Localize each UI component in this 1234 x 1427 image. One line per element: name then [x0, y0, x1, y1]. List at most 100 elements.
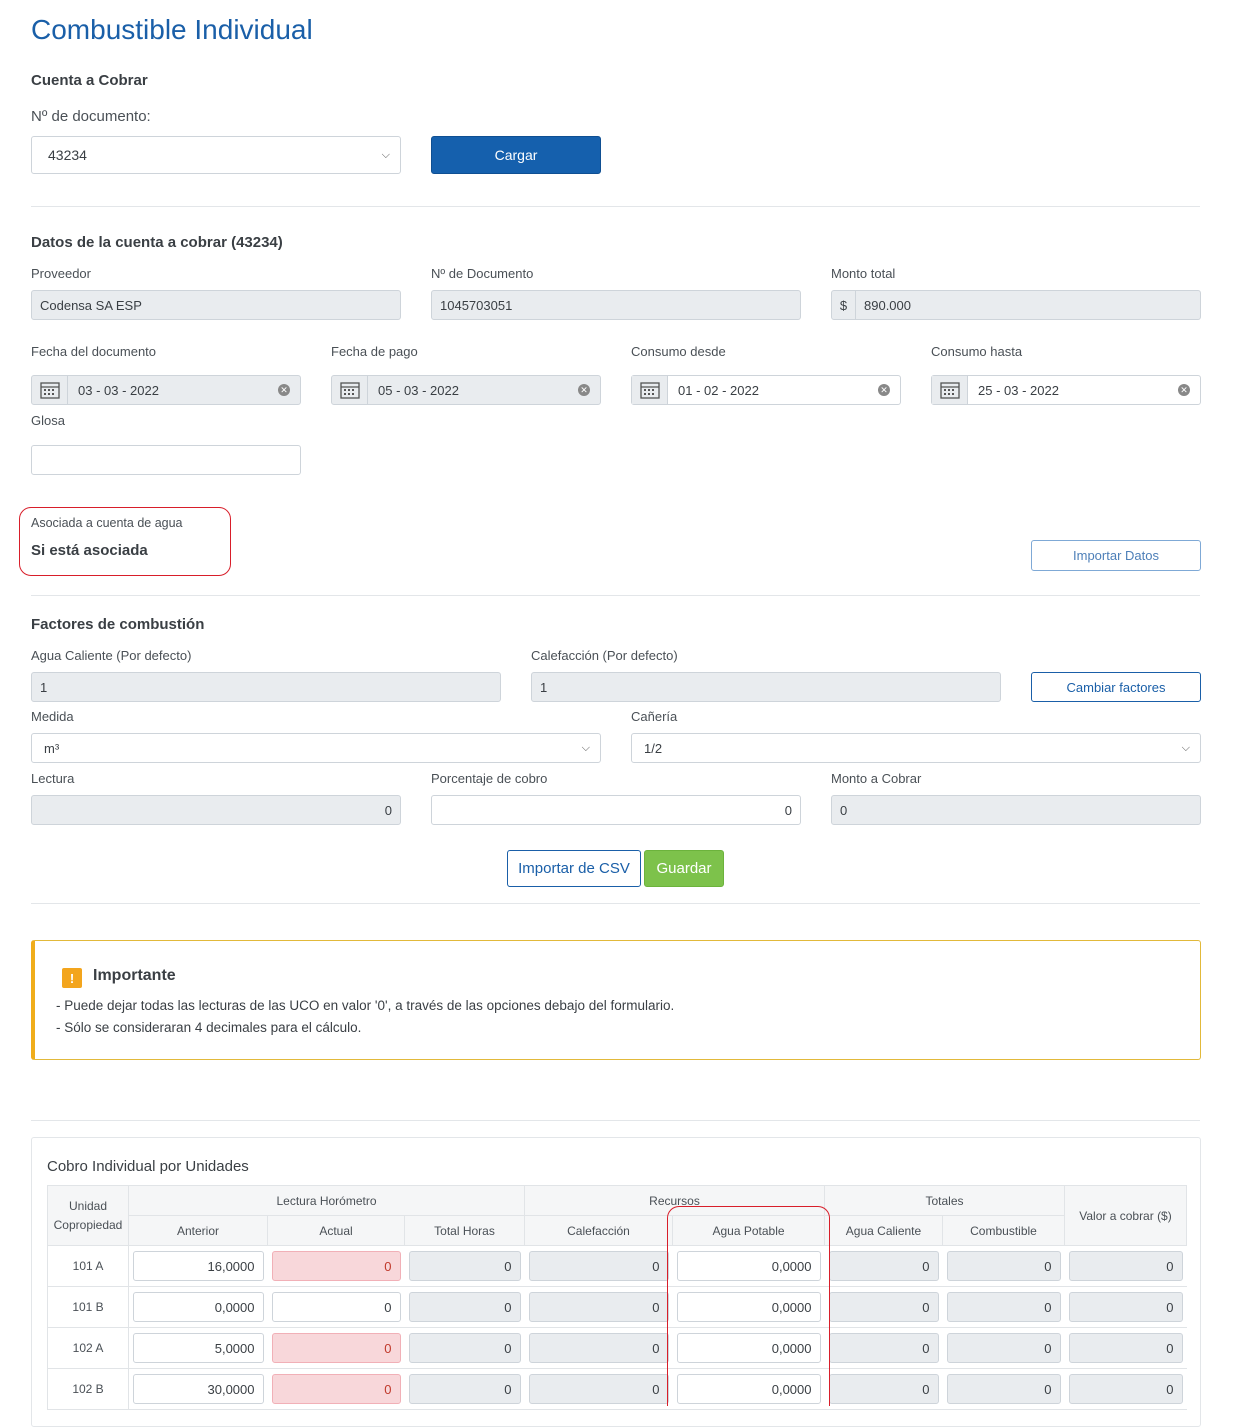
clear-icon[interactable]: ✕	[878, 384, 890, 396]
combustible-cell: 0	[946, 1333, 1061, 1363]
load-button[interactable]: Cargar	[431, 136, 601, 174]
monto-cobrar-field: 0	[831, 795, 1201, 825]
import-data-button[interactable]: Importar Datos	[1031, 540, 1201, 571]
fecha-doc-value: 03 - 03 - 2022	[78, 382, 159, 398]
chevron-down-icon: ⌵	[581, 741, 590, 754]
anterior-cell[interactable]: 5,0000	[133, 1333, 264, 1363]
unit-name: 101 B	[47, 1286, 129, 1328]
combustible-cell: 0	[946, 1374, 1061, 1404]
consumo-desde-label: Consumo desde	[631, 344, 726, 359]
datos-section-title: Datos de la cuenta a cobrar (43234)	[31, 234, 283, 251]
porcentaje-input[interactable]: 0	[431, 795, 801, 825]
save-button[interactable]: Guardar	[644, 850, 724, 887]
asociada-value: Si está asociada	[31, 542, 148, 559]
unit-name: 101 A	[47, 1245, 129, 1287]
glosa-input[interactable]	[31, 445, 301, 475]
medida-label: Medida	[31, 709, 74, 724]
fecha-pago-field[interactable]: 05 - 03 - 2022 ✕	[331, 375, 601, 405]
chevron-down-icon: ⌵	[381, 148, 390, 161]
ndoc-field: 1045703051	[431, 290, 801, 320]
actual-cell[interactable]: 0	[271, 1251, 401, 1281]
lectura-value: 0	[384, 802, 392, 818]
agua-caliente-field: 1	[31, 672, 501, 702]
agua-caliente-cell: 0	[828, 1251, 939, 1281]
fecha-pago-label: Fecha de pago	[331, 344, 418, 359]
header-totales: Totales	[824, 1185, 1065, 1216]
asociada-label: Asociada a cuenta de agua	[31, 516, 183, 530]
proveedor-label: Proveedor	[31, 266, 91, 281]
factores-section-title: Factores de combustión	[31, 616, 205, 633]
calefaccion-label: Calefacción (Por defecto)	[531, 648, 678, 663]
doc-number-select[interactable]: 43234 ⌵	[31, 136, 401, 174]
anterior-cell[interactable]: 0,0000	[133, 1292, 264, 1322]
change-factors-button[interactable]: Cambiar factores	[1031, 672, 1201, 702]
combustible-cell: 0	[946, 1251, 1061, 1281]
caneria-select[interactable]: 1/2 ⌵	[631, 733, 1201, 763]
ndoc-value: 1045703051	[440, 297, 513, 313]
clear-icon[interactable]: ✕	[578, 384, 590, 396]
total-horas-cell: 0	[408, 1333, 521, 1363]
table-row: 102 A 5,0000 0 0 0 0,0000 0 0 0	[47, 1327, 1187, 1369]
calendar-icon[interactable]	[932, 376, 968, 404]
import-csv-button[interactable]: Importar de CSV	[507, 850, 641, 887]
agua-caliente-cell: 0	[828, 1333, 939, 1363]
clear-icon[interactable]: ✕	[1178, 384, 1190, 396]
clear-icon[interactable]: ✕	[278, 384, 290, 396]
chevron-down-icon: ⌵	[1181, 741, 1190, 754]
header-total-horas: Total Horas	[404, 1215, 525, 1246]
currency-prefix: $	[832, 291, 856, 319]
combustible-cell: 0	[946, 1292, 1061, 1322]
agua-caliente-value: 1	[40, 679, 48, 695]
monto-cobrar-value: 0	[840, 802, 848, 818]
highlight-box	[667, 1206, 830, 1406]
caneria-label: Cañería	[631, 709, 678, 724]
page-title: Combustible Individual	[31, 14, 313, 45]
proveedor-value: Codensa SA ESP	[40, 297, 142, 313]
valor-cell: 0	[1068, 1292, 1183, 1322]
doc-number-value: 43234	[48, 147, 87, 163]
important-alert: ! Importante - Puede dejar todas las lec…	[31, 940, 1201, 1060]
actual-cell[interactable]: 0	[271, 1374, 401, 1404]
header-combustible: Combustible	[942, 1215, 1065, 1246]
header-lectura: Lectura Horómetro	[128, 1185, 525, 1216]
agua-caliente-label: Agua Caliente (Por defecto)	[31, 648, 192, 663]
actual-cell[interactable]: 0	[271, 1333, 401, 1363]
total-horas-cell: 0	[408, 1292, 521, 1322]
anterior-cell[interactable]: 30,0000	[133, 1374, 264, 1404]
calefaccion-value: 1	[540, 679, 548, 695]
proveedor-field: Codensa SA ESP	[31, 290, 401, 320]
fecha-pago-value: 05 - 03 - 2022	[378, 382, 459, 398]
unit-name: 102 B	[47, 1368, 129, 1410]
actual-cell[interactable]: 0	[271, 1292, 401, 1322]
anterior-cell[interactable]: 16,0000	[133, 1251, 264, 1281]
monto-total-field: $ 890.000	[831, 290, 1201, 320]
calendar-icon[interactable]	[632, 376, 668, 404]
divider	[31, 206, 1200, 207]
calendar-icon[interactable]	[332, 376, 368, 404]
agua-caliente-cell: 0	[828, 1374, 939, 1404]
fecha-doc-field[interactable]: 03 - 03 - 2022 ✕	[31, 375, 301, 405]
table-row: 102 B 30,0000 0 0 0 0,0000 0 0 0	[47, 1368, 1187, 1410]
table-row: 101 A 16,0000 0 0 0 0,0000 0 0 0	[47, 1245, 1187, 1287]
units-table: Unidad Copropiedad Lectura Horómetro Rec…	[47, 1185, 1187, 1410]
divider	[31, 595, 1200, 596]
alert-title: Importante	[93, 967, 176, 984]
consumo-desde-field[interactable]: 01 - 02 - 2022 ✕	[631, 375, 901, 405]
header-calefaccion: Calefacción	[524, 1215, 673, 1246]
monto-total-value: 890.000	[864, 297, 911, 313]
consumo-desde-value: 01 - 02 - 2022	[678, 382, 759, 398]
divider	[31, 1120, 1200, 1121]
consumo-hasta-value: 25 - 03 - 2022	[978, 382, 1059, 398]
header-anterior: Anterior	[128, 1215, 268, 1246]
medida-select[interactable]: m³ ⌵	[31, 733, 601, 763]
monto-total-label: Monto total	[831, 266, 896, 281]
consumo-hasta-field[interactable]: 25 - 03 - 2022 ✕	[931, 375, 1201, 405]
card-title: Cobro Individual por Unidades	[47, 1158, 249, 1175]
header-agua-caliente: Agua Caliente	[824, 1215, 943, 1246]
total-horas-cell: 0	[408, 1374, 521, 1404]
warning-icon: !	[62, 968, 82, 988]
alert-line: - Puede dejar todas las lecturas de las …	[56, 998, 675, 1013]
units-card: Cobro Individual por Unidades Unidad Cop…	[31, 1137, 1201, 1427]
valor-cell: 0	[1068, 1251, 1183, 1281]
calendar-icon[interactable]	[32, 376, 68, 404]
